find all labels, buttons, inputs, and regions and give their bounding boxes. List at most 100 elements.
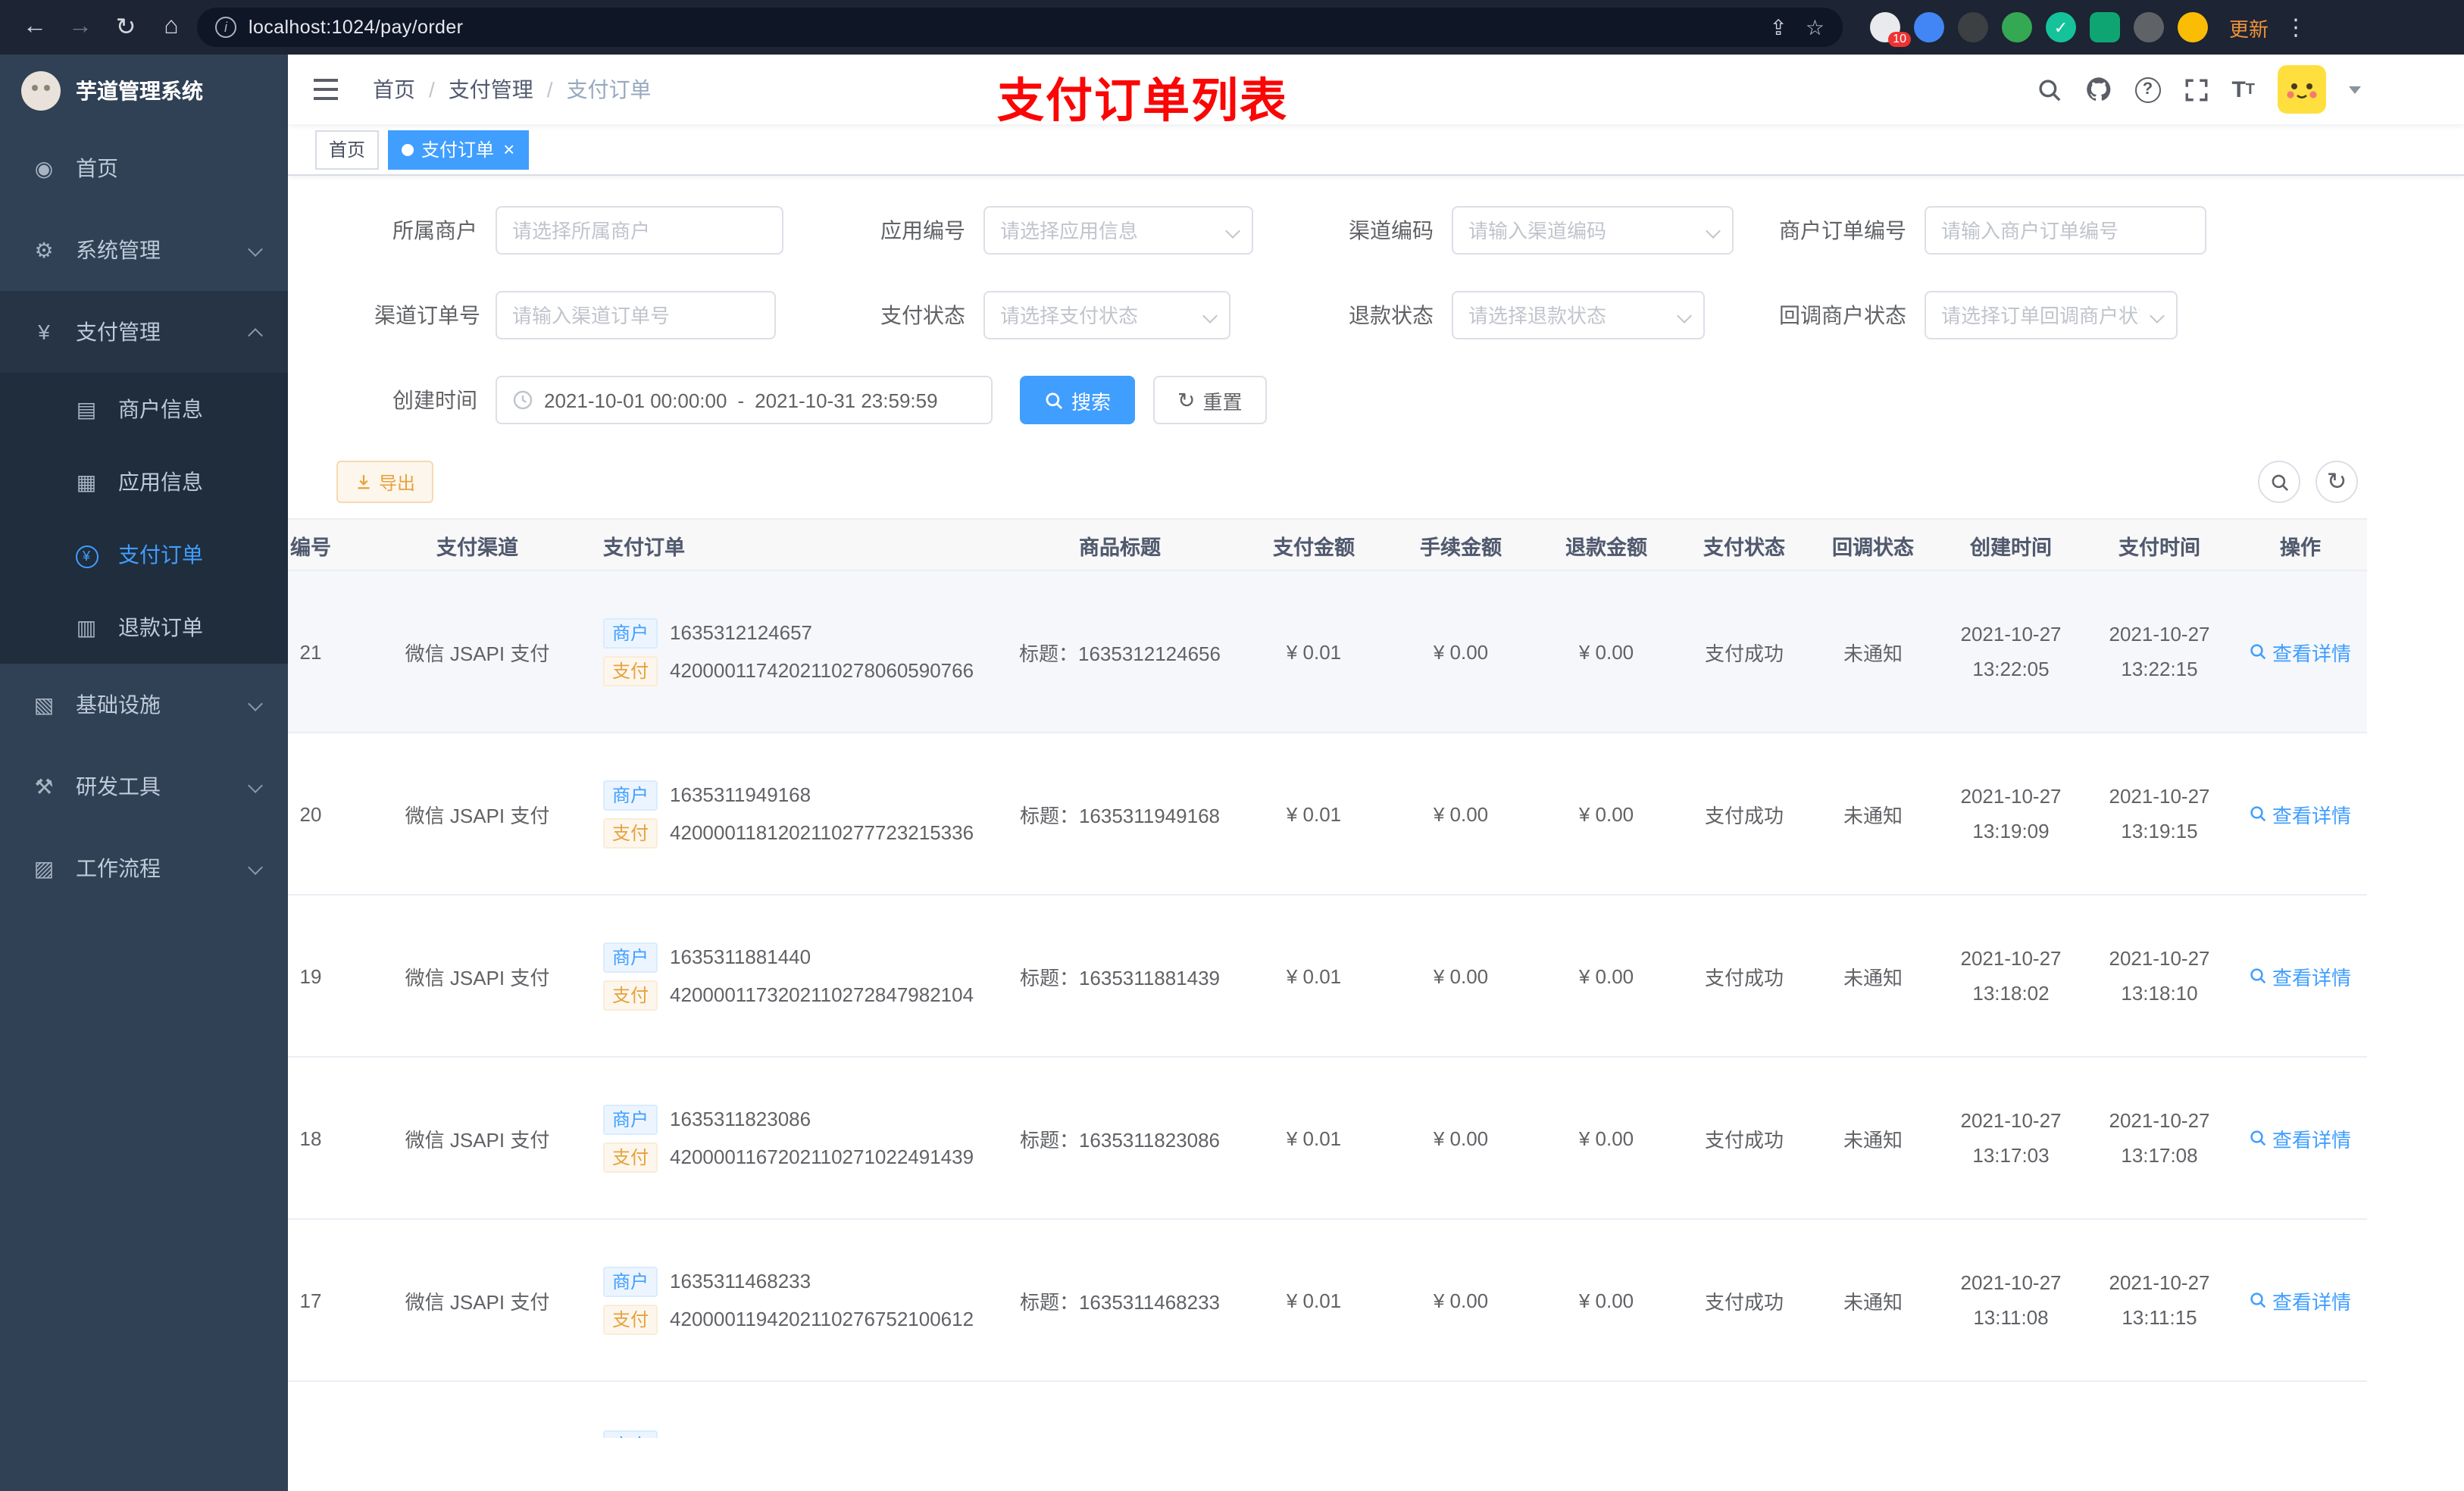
cell-pay-time: 2021-10-27 13:19:15 xyxy=(2085,733,2234,896)
sidebar-item-dev-tools[interactable]: ⚒ 研发工具 xyxy=(0,746,288,827)
extension-icon[interactable] xyxy=(2090,12,2120,42)
sidebar-item-payment[interactable]: ¥ 支付管理 xyxy=(0,291,288,373)
channel-code-input[interactable] xyxy=(1468,219,1717,242)
fullscreen-icon[interactable] xyxy=(2183,77,2209,102)
table-row[interactable]: 17 微信 JSAPI 支付 商户 1635311468233 支付 4200001… xyxy=(288,1219,2367,1382)
browser-back-icon[interactable]: ← xyxy=(15,14,55,41)
grid-icon: ▦ xyxy=(76,469,97,493)
pay-status-select[interactable] xyxy=(983,291,1230,339)
extension-icon[interactable] xyxy=(1958,12,1988,42)
breadcrumb-section[interactable]: 支付管理 xyxy=(449,74,533,105)
table-row[interactable]: 商户 1635311406712 xyxy=(288,1381,2367,1438)
tools-icon: ⚒ xyxy=(34,774,54,798)
refresh-table-icon[interactable]: ↻ xyxy=(2315,461,2358,503)
github-icon[interactable] xyxy=(2084,76,2112,103)
sidebar-item-workflow[interactable]: ▨ 工作流程 xyxy=(0,827,288,909)
sidebar-item-refund-order[interactable]: ▥ 退款订单 xyxy=(0,591,288,664)
site-info-icon[interactable]: i xyxy=(215,17,236,38)
cell-create-time: 2021-10-27 13:19:09 xyxy=(1937,733,2085,896)
col-create-time: 创建时间 xyxy=(1937,518,2085,571)
sidebar-item-infrastructure[interactable]: ▧ 基础设施 xyxy=(0,664,288,746)
sidebar-item-pay-order[interactable]: ¥ 支付订单 xyxy=(0,518,288,591)
extension-icon[interactable] xyxy=(2134,12,2164,42)
extension-icon[interactable] xyxy=(2178,12,2208,42)
help-icon[interactable]: ? xyxy=(2134,77,2161,102)
tab-pay-order[interactable]: 支付订单 × xyxy=(388,130,529,169)
sidebar-item-label: 研发工具 xyxy=(76,774,161,799)
filter-label: 退款状态 xyxy=(1349,303,1434,327)
reset-button[interactable]: ↻ 重置 xyxy=(1153,376,1267,424)
cell-refund: ¥ 0.00 xyxy=(1534,1219,1679,1382)
view-detail-link[interactable]: 查看详情 xyxy=(2250,1124,2351,1152)
search-icon[interactable] xyxy=(2036,77,2062,102)
merchant-tag: 商户 xyxy=(603,1104,658,1134)
channel-code-select[interactable] xyxy=(1452,206,1734,255)
channel-order-no-input[interactable] xyxy=(512,304,759,327)
cell-amount: ¥ 0.01 xyxy=(1240,895,1388,1058)
app-id-input[interactable] xyxy=(1000,219,1237,242)
view-detail-link[interactable]: 查看详情 xyxy=(2250,1286,2351,1314)
refund-status-input[interactable] xyxy=(1468,304,1688,327)
date-range-end[interactable]: 2021-10-31 23:59:59 xyxy=(755,389,937,411)
browser-update-button[interactable]: 更新 xyxy=(2229,13,2269,42)
font-size-icon[interactable]: TT xyxy=(2231,77,2255,102)
extension-icon[interactable] xyxy=(1914,12,1944,42)
merchant-tag: 商户 xyxy=(603,942,658,972)
bookmark-star-icon[interactable]: ☆ xyxy=(1806,14,1825,40)
view-detail-link[interactable]: 查看详情 xyxy=(2250,637,2351,666)
col-title: 商品标题 xyxy=(1000,518,1240,571)
view-detail-link[interactable]: 查看详情 xyxy=(2250,961,2351,990)
extension-icon[interactable]: 10 xyxy=(1870,12,1911,47)
col-actions: 操作 xyxy=(2234,518,2367,571)
cell-pay-time: 2021-10-27 13:17:08 xyxy=(2085,1057,2234,1220)
share-icon[interactable]: ⇪ xyxy=(1769,14,1787,40)
app-id-select[interactable] xyxy=(983,206,1253,255)
hamburger-icon[interactable] xyxy=(312,79,342,100)
merchant-order-no-input[interactable] xyxy=(1941,219,2190,242)
view-detail-link[interactable]: 查看详情 xyxy=(2250,799,2351,828)
extension-icon[interactable] xyxy=(2002,12,2032,42)
avatar[interactable] xyxy=(2278,65,2326,114)
date-range-start[interactable]: 2021-10-01 00:00:00 xyxy=(544,389,727,411)
refund-status-select[interactable] xyxy=(1452,291,1705,339)
table-row[interactable]: 18 微信 JSAPI 支付 商户 1635311823086 支付 4200001… xyxy=(288,1057,2367,1220)
extension-icon[interactable]: ✓ xyxy=(2046,12,2076,42)
browser-reload-icon[interactable]: ↻ xyxy=(106,12,145,42)
merchant-input[interactable] xyxy=(512,219,767,242)
browser-home-icon[interactable]: ⌂ xyxy=(152,14,191,41)
avatar-caret-icon[interactable] xyxy=(2349,86,2361,93)
app-title: 芋道管理系统 xyxy=(76,79,203,103)
cell-channel: 微信 JSAPI 支付 xyxy=(379,895,576,1058)
callback-status-input[interactable] xyxy=(1941,304,2161,327)
browser-forward-icon[interactable]: → xyxy=(61,14,100,41)
cell-refund: ¥ 0.00 xyxy=(1534,570,1679,733)
export-button[interactable]: 导出 xyxy=(336,461,434,503)
cell-create-time: 2021-10-27 13:11:08 xyxy=(1937,1219,2085,1382)
merchant-order-no-field[interactable] xyxy=(1925,206,2206,255)
cell-channel: 微信 JSAPI 支付 xyxy=(379,570,576,733)
tab-home[interactable]: 首页 xyxy=(315,130,380,169)
search-button[interactable]: 搜索 xyxy=(1020,376,1136,424)
create-time-range-picker[interactable]: 2021-10-01 00:00:00 - 2021-10-31 23:59:5… xyxy=(496,376,993,424)
sidebar-item-app-info[interactable]: ▦ 应用信息 xyxy=(0,445,288,518)
channel-pay-no: 4200001181202110277723215336 xyxy=(670,821,974,844)
table-row[interactable]: 20 微信 JSAPI 支付 商户 1635311949168 支付 4200001… xyxy=(288,733,2367,896)
address-bar[interactable]: i localhost:1024/pay/order ⇪ ☆ xyxy=(197,8,1843,47)
merchant-select[interactable] xyxy=(496,206,783,255)
breadcrumb-home[interactable]: 首页 xyxy=(373,74,415,105)
sidebar-item-home[interactable]: ◉ 首页 xyxy=(0,127,288,209)
browser-menu-icon[interactable]: ⋮ xyxy=(2284,14,2308,41)
cell-amount: ¥ 0.01 xyxy=(1240,733,1388,896)
callback-status-select[interactable] xyxy=(1925,291,2178,339)
pay-status-input[interactable] xyxy=(1000,304,1214,327)
sidebar-item-system[interactable]: ⚙ 系统管理 xyxy=(0,209,288,291)
url-text[interactable]: localhost:1024/pay/order xyxy=(249,17,1757,38)
sidebar-item-merchant-info[interactable]: ▤ 商户信息 xyxy=(0,373,288,445)
close-icon[interactable]: × xyxy=(503,139,514,159)
cell-pay-status: 支付成功 xyxy=(1679,895,1809,1058)
app-logo[interactable]: 芋道管理系统 xyxy=(0,55,288,127)
channel-order-no-field[interactable] xyxy=(496,291,776,339)
table-row[interactable]: 21 微信 JSAPI 支付 商户 1635312124657 支付 4200001… xyxy=(288,570,2367,733)
toggle-search-icon[interactable] xyxy=(2258,461,2300,503)
table-row[interactable]: 19 微信 JSAPI 支付 商户 1635311881440 支付 4200001… xyxy=(288,895,2367,1058)
